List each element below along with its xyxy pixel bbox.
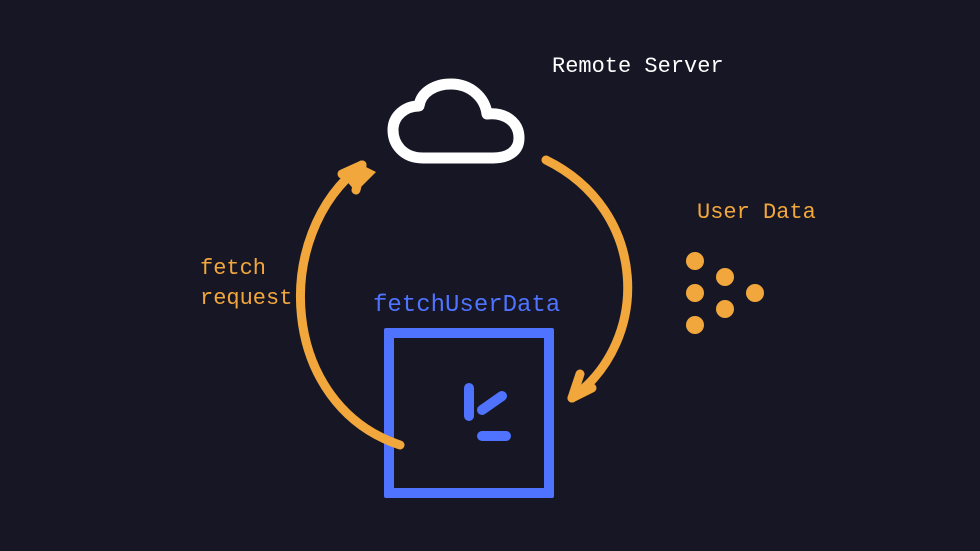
fetch-request-label: fetch request [200, 254, 292, 313]
fetch-user-data-label: fetchUserData [373, 290, 560, 322]
dot-icon [686, 284, 704, 302]
user-data-label: User Data [697, 198, 816, 228]
dot-icon [746, 284, 764, 302]
dot-icon [716, 300, 734, 318]
diagram-stage: Remote Server User Data fetch request fe… [0, 0, 980, 551]
dot-icon [686, 252, 704, 270]
dot-icon [686, 316, 704, 334]
remote-server-label: Remote Server [552, 52, 724, 82]
terminal-icon [384, 328, 554, 498]
cloud-icon [385, 78, 527, 168]
data-stream-dots [686, 248, 796, 358]
response-arrow [546, 160, 628, 398]
dot-icon [716, 268, 734, 286]
